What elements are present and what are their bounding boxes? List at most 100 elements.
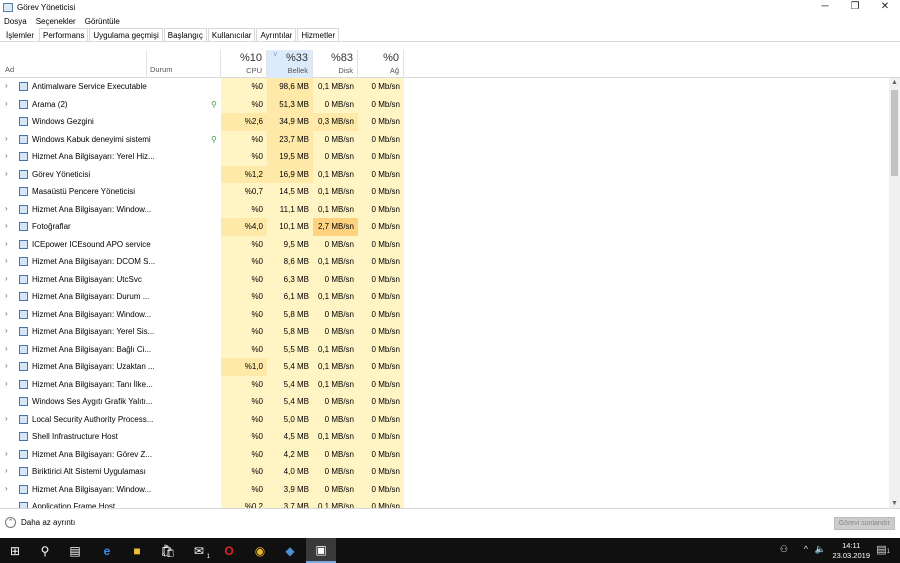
expand-chevron-icon[interactable]: › bbox=[5, 449, 8, 458]
scrollbar-thumb[interactable] bbox=[891, 90, 898, 176]
tab-processes[interactable]: İşlemler bbox=[2, 28, 39, 41]
expand-chevron-icon[interactable]: › bbox=[5, 274, 8, 283]
menu-file[interactable]: Dosya bbox=[4, 17, 27, 26]
store-button[interactable]: 🛍 bbox=[153, 538, 183, 563]
opera-button[interactable]: O bbox=[214, 538, 244, 563]
column-memory[interactable]: ˅ %33 Bellek bbox=[267, 50, 313, 78]
show-hidden-icons-icon[interactable]: ^ bbox=[804, 544, 808, 554]
volume-icon[interactable]: 🔈 bbox=[815, 544, 826, 555]
net-value: 0 Mb/sn bbox=[358, 95, 404, 113]
expand-chevron-icon[interactable]: › bbox=[5, 484, 8, 493]
column-network[interactable]: %0 Ağ bbox=[358, 50, 404, 78]
mail-button[interactable]: ✉ 1 bbox=[184, 538, 214, 563]
expand-chevron-icon[interactable]: › bbox=[5, 239, 8, 248]
close-button[interactable]: ✕ bbox=[870, 0, 900, 14]
net-value: 0 Mb/sn bbox=[358, 78, 404, 96]
cpu-value: %0 bbox=[221, 270, 267, 288]
tab-services[interactable]: Hizmetler bbox=[297, 28, 340, 41]
cpu-value: %0 bbox=[221, 445, 267, 463]
expand-chevron-icon[interactable]: › bbox=[5, 169, 8, 178]
end-task-button[interactable]: Görevi sonlandır bbox=[833, 517, 895, 530]
mem-value: 5,5 MB bbox=[267, 340, 313, 358]
cpu-value: %2,6 bbox=[221, 113, 267, 131]
process-row[interactable]: › Arama (2) ⚲ %0 51,3 MB 0 MB/sn 0 Mb/sn bbox=[0, 95, 889, 113]
mem-value: 6,3 MB bbox=[267, 270, 313, 288]
scroll-up-icon[interactable]: ▲ bbox=[889, 79, 900, 86]
process-row[interactable]: › Hizmet Ana Bilgisayarı: Bağlı Ci... %0 5,… bbox=[0, 340, 889, 358]
explorer-button[interactable]: ■ bbox=[122, 538, 152, 563]
expand-chevron-icon[interactable]: › bbox=[5, 466, 8, 475]
process-row[interactable]: › Local Security Authority Process... %0 5,… bbox=[0, 410, 889, 428]
steam-button[interactable]: ◆ bbox=[275, 538, 305, 563]
tab-app-history[interactable]: Uygulama geçmişi bbox=[89, 28, 163, 41]
cpu-value: %0 bbox=[221, 148, 267, 166]
process-row[interactable]: Application Frame Host %0,2 3,7 MB 0,1 MB/s… bbox=[0, 498, 889, 508]
tab-startup[interactable]: Başlangıç bbox=[163, 28, 207, 41]
process-row[interactable]: › ICEpower ICEsound APO service %0 9,5 MB 0 … bbox=[0, 235, 889, 253]
process-row[interactable]: › Görev Yöneticisi %1,2 16,9 MB 0,1 MB/sn 0 M… bbox=[0, 165, 889, 183]
process-icon bbox=[19, 204, 28, 214]
tab-users[interactable]: Kullanıcılar bbox=[207, 28, 256, 41]
suspended-leaf-icon: ⚲ bbox=[211, 134, 217, 144]
process-row[interactable]: › Hizmet Ana Bilgisayarı: Uzaktan ... %1,0… bbox=[0, 358, 889, 376]
process-row[interactable]: Windows Ses Aygıtı Grafik Yalıtı... %0 5,4… bbox=[0, 393, 889, 411]
task-view-icon: ▤ bbox=[69, 543, 81, 558]
scroll-down-icon[interactable]: ▼ bbox=[889, 500, 900, 507]
process-row[interactable]: › Hizmet Ana Bilgisayarı: Tanı İlke... %0 5… bbox=[0, 375, 889, 393]
minimize-button[interactable]: ─ bbox=[810, 0, 840, 14]
tab-performance[interactable]: Performans bbox=[39, 28, 89, 41]
expand-chevron-icon[interactable]: › bbox=[5, 99, 8, 108]
process-row[interactable]: › Hizmet Ana Bilgisayarı: Window... %0 3,9 … bbox=[0, 480, 889, 498]
process-row[interactable]: › Windows Kabuk deneyimi sistemi ⚲ %0 23,7 M… bbox=[0, 130, 889, 148]
process-icon bbox=[19, 292, 28, 301]
process-name: Fotoğraflar bbox=[32, 222, 71, 231]
expand-chevron-icon[interactable]: › bbox=[5, 379, 8, 388]
process-row[interactable]: Masaüstü Pencere Yöneticisi %0,7 14,5 MB 0,… bbox=[0, 183, 889, 201]
clock[interactable]: 14:11 23.03.2019 bbox=[832, 541, 870, 561]
column-cpu[interactable]: %10 CPU bbox=[221, 50, 267, 78]
process-row[interactable]: › Hizmet Ana Bilgisayarı: UtcSvc %0 6,3 MB 0… bbox=[0, 270, 889, 288]
expand-chevron-icon[interactable]: › bbox=[5, 204, 8, 213]
column-disk[interactable]: %83 Disk bbox=[313, 50, 358, 78]
search-button[interactable]: ⚲ bbox=[30, 538, 60, 563]
less-details-button[interactable]: ⌃ Daha az ayrıntı bbox=[5, 517, 75, 528]
restore-button[interactable]: ❐ bbox=[840, 0, 870, 14]
net-value: 0 Mb/sn bbox=[358, 463, 404, 481]
menu-view[interactable]: Görüntüle bbox=[85, 17, 120, 26]
process-row[interactable]: › Hizmet Ana Bilgisayarı: Durum ... %0 6,1 … bbox=[0, 288, 889, 306]
expand-chevron-icon[interactable]: › bbox=[5, 414, 8, 423]
notification-icon[interactable]: ▤1 bbox=[876, 543, 890, 556]
task-view-button[interactable]: ▤ bbox=[60, 538, 90, 563]
process-row[interactable]: › Hizmet Ana Bilgisayarı: Window... %0 11,1… bbox=[0, 200, 889, 218]
process-row[interactable]: › Hizmet Ana Bilgisayarı: Yerel Sis... %0 5… bbox=[0, 323, 889, 341]
expand-chevron-icon[interactable]: › bbox=[5, 151, 8, 160]
expand-chevron-icon[interactable]: › bbox=[5, 134, 8, 143]
expand-chevron-icon[interactable]: › bbox=[5, 291, 8, 300]
expand-chevron-icon[interactable]: › bbox=[5, 326, 8, 335]
process-row[interactable]: Shell Infrastructure Host %0 4,5 MB 0,1 MB/… bbox=[0, 428, 889, 446]
cpu-value: %0 bbox=[221, 463, 267, 481]
expand-chevron-icon[interactable]: › bbox=[5, 81, 8, 90]
process-row[interactable]: › Hizmet Ana Bilgisayarı: Yerel Hiz... %0 1… bbox=[0, 148, 889, 166]
tab-details[interactable]: Ayrıntılar bbox=[256, 28, 297, 41]
expand-chevron-icon[interactable]: › bbox=[5, 361, 8, 370]
process-row[interactable]: Windows Gezgini %2,6 34,9 MB 0,3 MB/sn 0 Mb/… bbox=[0, 113, 889, 131]
task-manager-taskbar-button[interactable]: ▣ bbox=[306, 538, 336, 563]
expand-chevron-icon[interactable]: › bbox=[5, 344, 8, 353]
expand-chevron-icon[interactable]: › bbox=[5, 309, 8, 318]
expand-chevron-icon[interactable]: › bbox=[5, 221, 8, 230]
process-row[interactable]: › Fotoğraflar %4,0 10,1 MB 2,7 MB/sn 0 Mb/sn bbox=[0, 218, 889, 236]
expand-chevron-icon[interactable]: › bbox=[5, 256, 8, 265]
people-icon[interactable]: ⚇ bbox=[780, 544, 788, 555]
vertical-scrollbar[interactable]: ▲ ▼ bbox=[889, 78, 900, 508]
start-button[interactable]: ⊞ bbox=[0, 538, 30, 563]
net-value: 0 Mb/sn bbox=[358, 113, 404, 131]
edge-button[interactable]: e bbox=[92, 538, 122, 563]
process-row[interactable]: › Hizmet Ana Bilgisayarı: DCOM S... %0 8,6 … bbox=[0, 253, 889, 271]
process-row[interactable]: › Hizmet Ana Bilgisayarı: Görev Z... %0 4,2… bbox=[0, 445, 889, 463]
process-row[interactable]: › Biriktirici Alt Sistemi Uygulaması %0 4,0… bbox=[0, 463, 889, 481]
process-row[interactable]: › Antimalware Service Executable %0 98,6 MB… bbox=[0, 78, 889, 96]
process-row[interactable]: › Hizmet Ana Bilgisayarı: Window... %0 5,8 … bbox=[0, 305, 889, 323]
chrome-button[interactable]: ◉ bbox=[245, 538, 275, 563]
menu-options[interactable]: Seçenekler bbox=[36, 17, 76, 26]
